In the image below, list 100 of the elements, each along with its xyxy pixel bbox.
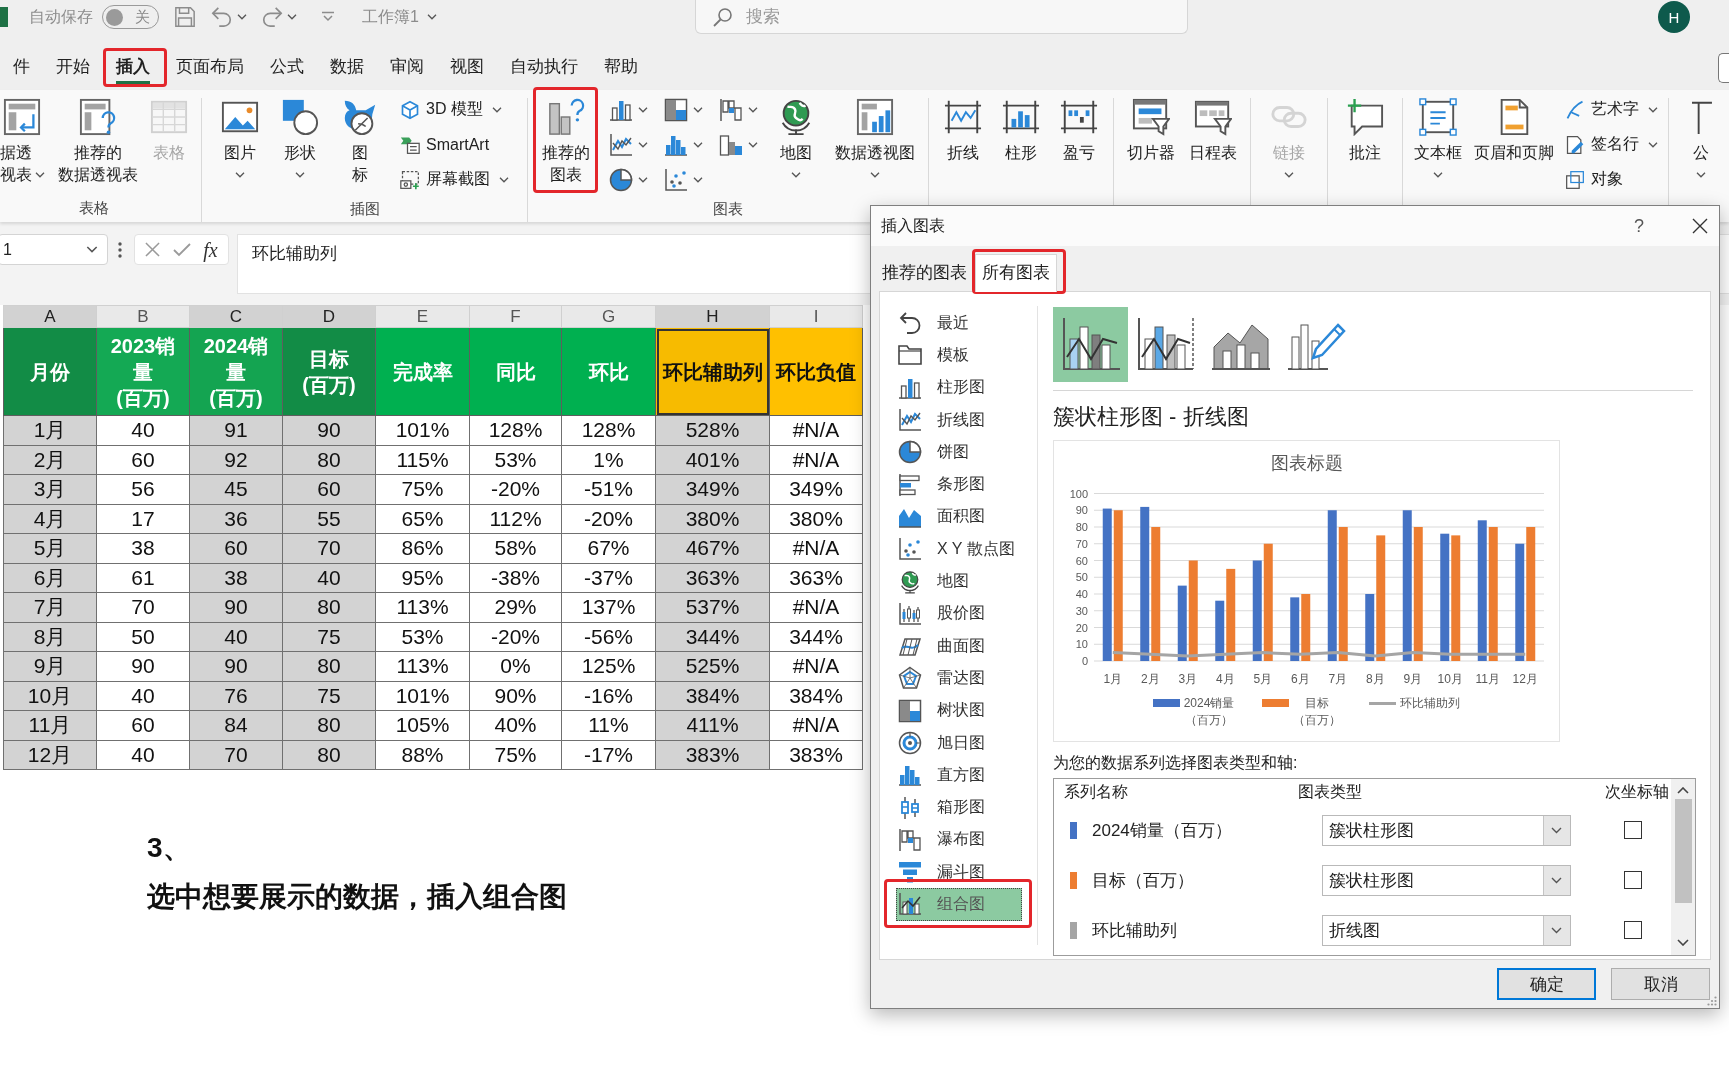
scrollbar-thumb[interactable] [1674, 799, 1692, 903]
column-header[interactable]: H [655, 305, 770, 328]
chart-type-item[interactable]: 雷达图 [896, 662, 1022, 695]
column-header[interactable]: E [375, 305, 470, 328]
chart-type-item[interactable]: 组合图 [896, 888, 1022, 921]
menu-tab[interactable]: 视图 [437, 50, 497, 86]
menu-tab[interactable]: 开始 [43, 50, 103, 86]
dialog-button[interactable]: 取消 [1611, 968, 1710, 1000]
ribbon-button[interactable]: 形状 [276, 98, 324, 178]
column-header[interactable]: A [3, 305, 97, 328]
caret-icon [237, 14, 247, 20]
menu-tab[interactable]: 数据 [317, 50, 377, 86]
ribbon-button[interactable]: 数据透视图 [830, 98, 920, 178]
chart-type-item[interactable]: 曲面图 [896, 629, 1022, 663]
ribbon-button[interactable]: 公 [1677, 98, 1725, 178]
chart-type-item[interactable]: 旭日图 [896, 726, 1022, 760]
table-cell: 137% [561, 592, 656, 622]
chart-type-item[interactable]: 漏斗图 [896, 856, 1022, 889]
redo-icon[interactable] [261, 6, 283, 28]
check-icon[interactable] [172, 242, 191, 257]
ribbon-button[interactable]: 日程表 [1184, 98, 1242, 164]
radar-chart-icon [898, 666, 922, 691]
menu-tab[interactable]: 自动执行 [497, 50, 591, 86]
comments-button[interactable] [1718, 53, 1729, 83]
scrollbar[interactable] [1671, 779, 1695, 955]
ribbon-button[interactable]: 图片 [216, 98, 264, 178]
chevron-down-icon[interactable] [1677, 939, 1689, 946]
close-icon[interactable] [1692, 218, 1708, 234]
ribbon-button[interactable]: 艺术字 [1561, 94, 1662, 125]
ribbon-button[interactable]: 地图 [772, 98, 820, 178]
table-cell: 113% [375, 592, 470, 622]
chart-type-item[interactable]: 柱形图 [896, 371, 1022, 404]
ribbon-button[interactable]: 批注 [1341, 98, 1389, 164]
column-header[interactable]: G [561, 305, 656, 328]
dialog-button[interactable]: 确定 [1497, 968, 1596, 1000]
chart-type-item[interactable]: 面积图 [896, 500, 1022, 534]
save-icon[interactable] [174, 6, 196, 28]
ribbon-button[interactable]: 推荐的图表 [536, 98, 595, 186]
column-header[interactable]: F [469, 305, 562, 328]
checkbox[interactable] [1624, 921, 1642, 939]
chart-type-item[interactable]: X Y 散点图 [896, 533, 1022, 566]
table-cell: 344% [769, 622, 863, 652]
ribbon-button[interactable]: 柱形 [997, 98, 1045, 164]
chart-type-item[interactable]: 直方图 [896, 759, 1022, 792]
ribbon-button[interactable]: SmartArt [396, 129, 494, 160]
checkbox[interactable] [1624, 871, 1642, 889]
chevron-up-icon[interactable] [1677, 787, 1689, 794]
table-cell: 70 [282, 533, 376, 563]
ribbon-button[interactable]: 签名行 [1561, 129, 1662, 160]
ribbon-button[interactable]: 页眉和页脚 [1469, 98, 1559, 164]
menu-tab[interactable]: 审阅 [377, 50, 437, 86]
chart-type-dropdown[interactable]: 簇状柱形图 [1322, 864, 1571, 896]
chart-subtype-option[interactable] [1053, 307, 1128, 382]
chart-type-item[interactable]: 饼图 [896, 436, 1022, 469]
ribbon-button[interactable]: 据透视表 [0, 98, 50, 186]
dialog-tab[interactable]: 所有图表 [975, 254, 1057, 292]
chart-type-item[interactable]: 股价图 [896, 597, 1022, 630]
chart-type-dropdown[interactable]: 折线图 [1322, 914, 1571, 946]
search-field[interactable]: 搜索 [695, 0, 1188, 34]
ribbon-button[interactable]: 屏幕截图 [396, 164, 513, 195]
table-cell: 40 [96, 740, 190, 770]
ribbon-button[interactable]: 对象 [1561, 164, 1627, 195]
menu-tab[interactable]: 页面布局 [163, 50, 257, 86]
column-header[interactable]: B [96, 305, 190, 328]
column-header[interactable]: D [282, 305, 376, 328]
column-header[interactable]: C [189, 305, 283, 328]
account-avatar[interactable]: H [1658, 1, 1690, 33]
ribbon-button[interactable]: 盈亏 [1055, 98, 1103, 164]
chart-type-item[interactable]: 条形图 [896, 468, 1022, 501]
pie-chart-icon [898, 440, 922, 465]
ribbon-button[interactable]: 3D 模型 [396, 94, 506, 125]
undo-icon[interactable] [211, 6, 233, 28]
chart-type-item[interactable]: 模板 [896, 339, 1022, 372]
chart-type-item[interactable]: 箱形图 [896, 791, 1022, 824]
cancel-icon[interactable] [145, 242, 161, 257]
checkbox[interactable] [1624, 821, 1642, 839]
chart-type-item[interactable]: 树状图 [896, 694, 1022, 727]
ribbon-button[interactable]: 折线 [939, 98, 987, 164]
line-caret-icon[interactable] [321, 11, 335, 23]
chart-type-dropdown[interactable]: 簇状柱形图 [1322, 814, 1571, 846]
table-cell: 29% [469, 592, 562, 622]
ribbon-button[interactable]: 文本框 [1409, 98, 1467, 178]
table-cell: 40 [96, 681, 190, 711]
column-header[interactable]: I [769, 305, 863, 328]
help-button[interactable]: ? [1634, 215, 1644, 237]
chart-type-item[interactable]: 最近 [896, 307, 1022, 340]
chart-type-item[interactable]: 折线图 [896, 403, 1022, 437]
ribbon-button[interactable]: 切片器 [1122, 98, 1180, 164]
menu-tab[interactable]: 公式 [257, 50, 317, 86]
chart-type-item[interactable]: 瀑布图 [896, 823, 1022, 857]
dialog-tab[interactable]: 推荐的图表 [879, 254, 970, 291]
step-number: 3、 [147, 832, 191, 864]
ribbon-button[interactable]: 图标 [336, 98, 384, 186]
menu-tab[interactable]: 插入 [103, 50, 163, 86]
menu-tab[interactable]: 帮助 [591, 50, 651, 86]
ribbon-button[interactable]: 推荐的数据透视表 [52, 98, 143, 186]
insert-function-button[interactable]: fx [203, 237, 218, 262]
menu-tab[interactable]: 件 [0, 50, 43, 86]
chart-type-item[interactable]: 地图 [896, 565, 1022, 598]
name-box[interactable]: 1 [0, 234, 108, 265]
